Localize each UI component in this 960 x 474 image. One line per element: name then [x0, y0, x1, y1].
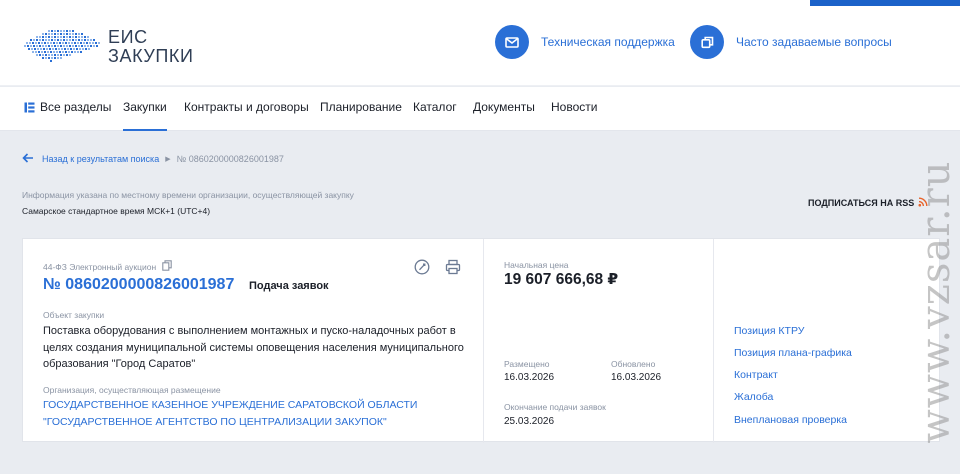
- law-type: 44-ФЗ Электронный аукцион: [43, 260, 172, 273]
- nav-all-sections[interactable]: Все разделы: [24, 87, 111, 131]
- organization-line-1: ГОСУДАРСТВЕННОЕ КАЗЕННОЕ УЧРЕЖДЕНИЕ САРА…: [43, 399, 418, 411]
- deadline-label: Окончание подачи заявок: [504, 402, 606, 412]
- sections-icon: [24, 89, 35, 129]
- posted-date: 16.03.2026: [504, 372, 555, 383]
- subject-label: Объект закупки: [43, 310, 105, 320]
- print-icon[interactable]: [445, 259, 461, 280]
- subject-text: Поставка оборудования с выполнением монт…: [43, 325, 464, 370]
- watermark: www.vzsar.ru: [912, 130, 960, 474]
- registry-number[interactable]: № 0860200000826001987: [43, 276, 234, 294]
- nav-documents[interactable]: Документы: [473, 87, 535, 131]
- nav-contracts[interactable]: Контракты и договоры: [184, 87, 309, 131]
- logo-text: ЕИС ЗАКУПКИ: [108, 28, 194, 66]
- rss-subscribe-link[interactable]: ПОДПИСАТЬСЯ НА RSS: [808, 197, 928, 209]
- breadcrumb-current: № 0860200000826001987: [176, 154, 284, 164]
- updated-date: 16.03.2026: [611, 372, 662, 383]
- logo[interactable]: ЕИС ЗАКУПКИ: [22, 24, 194, 70]
- ktru-link[interactable]: Позиция КТРУ: [734, 325, 804, 337]
- organization-line-2: "ГОСУДАРСТВЕННОЕ АГЕНТСТВО ПО ЦЕНТРАЛИЗА…: [43, 415, 387, 428]
- timezone-value: Самарское стандартное время МСК+1 (UTC+4…: [22, 206, 211, 216]
- law-type-label: 44-ФЗ Электронный аукцион: [43, 261, 157, 272]
- faq-label: Часто задаваемые вопросы: [736, 35, 892, 49]
- complaint-link[interactable]: Жалоба: [734, 391, 773, 403]
- plan-schedule-link[interactable]: Позиция плана-графика: [734, 347, 852, 359]
- stage-badge: Подача заявок: [249, 280, 329, 292]
- nav-label: Все разделы: [40, 100, 112, 114]
- support-label: Техническая поддержка: [541, 35, 675, 49]
- nav-planning[interactable]: Планирование: [320, 87, 402, 131]
- back-to-results-link[interactable]: Назад к результатам поиска: [42, 154, 159, 164]
- purchase-card: 44-ФЗ Электронный аукцион № 086020000082…: [22, 238, 941, 443]
- support-button[interactable]: Техническая поддержка: [495, 25, 675, 59]
- price-label: Начальная цена: [504, 260, 569, 270]
- nav-news[interactable]: Новости: [551, 87, 597, 131]
- breadcrumb: Назад к результатам поиска ▶ № 086020000…: [22, 152, 284, 166]
- main-nav: Все разделы Закупки Контракты и договоры…: [0, 87, 960, 131]
- rss-label: ПОДПИСАТЬСЯ НА RSS: [808, 198, 915, 208]
- contract-link[interactable]: Контракт: [734, 369, 778, 381]
- eye-icon[interactable]: [414, 259, 430, 280]
- watermark-text: www.vzsar.ru: [913, 160, 959, 444]
- arrow-left-icon[interactable]: [22, 153, 34, 165]
- timezone-note: Информация указана по местному времени о…: [22, 190, 354, 200]
- logo-line-1: ЕИС: [108, 27, 148, 47]
- posted-label: Размещено: [504, 359, 550, 369]
- unscheduled-check-link[interactable]: Внеплановая проверка: [734, 414, 847, 426]
- logo-line-2: ЗАКУПКИ: [108, 46, 194, 66]
- nav-catalog[interactable]: Каталог: [413, 87, 457, 131]
- related-links: Позиция КТРУ Позиция плана-графика Контр…: [713, 239, 941, 443]
- deadline-date: 25.03.2026: [504, 416, 555, 427]
- copy-number-icon[interactable]: [162, 260, 172, 273]
- updated-label: Обновлено: [611, 359, 656, 369]
- price-and-dates: Начальная цена 19 607 666,68 ₽ Размещено…: [483, 239, 713, 443]
- site-header: ЕИС ЗАКУПКИ Техническая поддержка Часто …: [0, 6, 960, 86]
- mail-icon: [495, 25, 529, 59]
- initial-price: 19 607 666,68 ₽: [504, 271, 619, 288]
- organization-link[interactable]: ГОСУДАРСТВЕННОЕ КАЗЕННОЕ УЧРЕЖДЕНИЕ САРА…: [43, 397, 473, 430]
- copy-icon: [690, 25, 724, 59]
- chevron-right-icon: ▶: [165, 156, 171, 163]
- organization-label: Организация, осуществляющая размещение: [43, 385, 221, 395]
- purchase-main-info: 44-ФЗ Электронный аукцион № 086020000082…: [23, 239, 483, 443]
- faq-button[interactable]: Часто задаваемые вопросы: [690, 25, 892, 59]
- nav-purchases[interactable]: Закупки: [123, 87, 167, 131]
- russia-map-icon: [24, 30, 100, 62]
